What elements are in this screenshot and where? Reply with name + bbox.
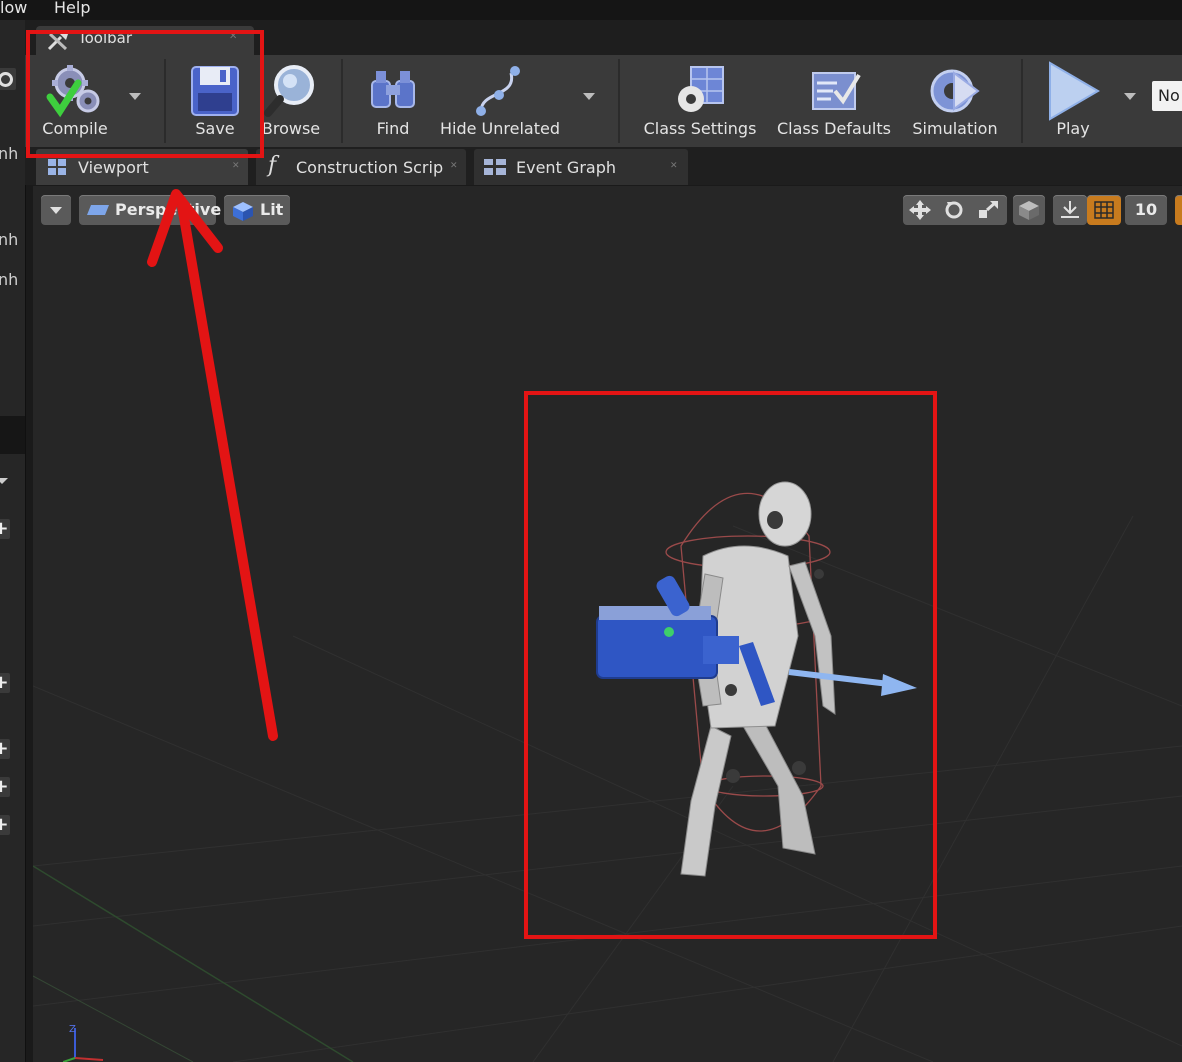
- annotation-arrow: [147, 189, 278, 741]
